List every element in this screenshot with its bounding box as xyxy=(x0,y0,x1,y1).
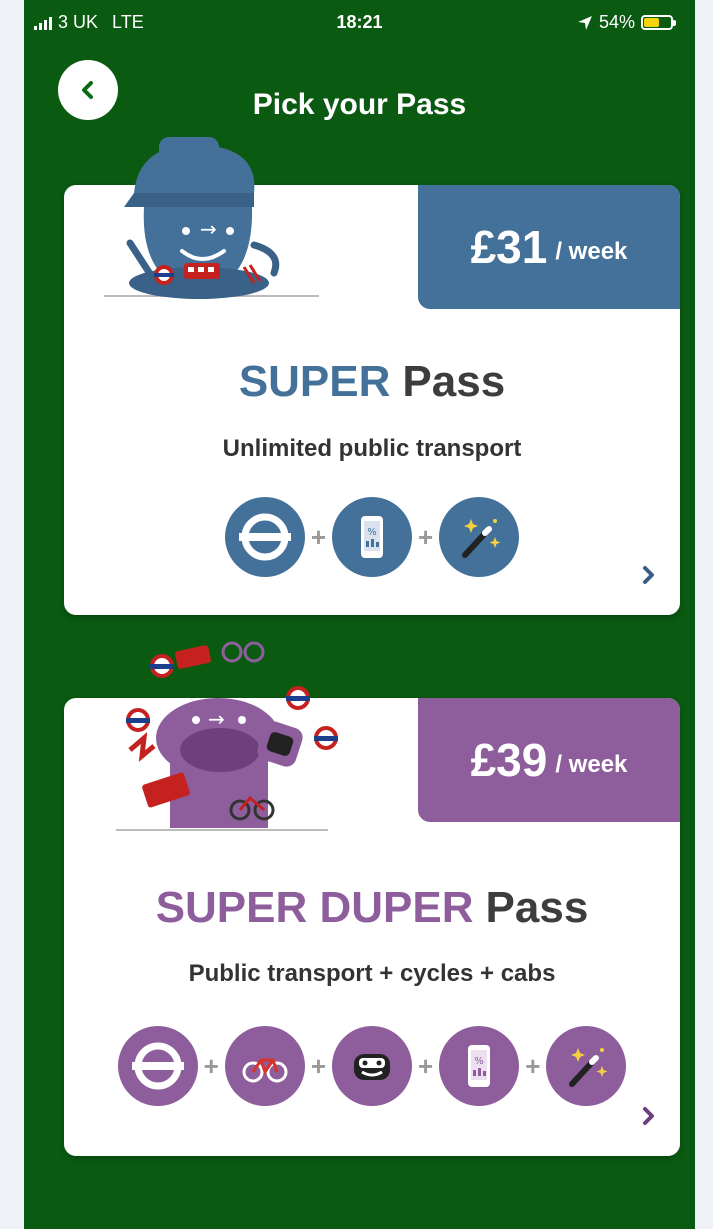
price-amount: £31 xyxy=(470,221,548,273)
location-arrow-icon xyxy=(577,15,592,30)
phone-discount-icon: % xyxy=(332,497,412,577)
pass-name-highlight: SUPER xyxy=(238,357,391,406)
price-amount: £39 xyxy=(470,734,548,786)
super-mascot-illustration: → xyxy=(104,137,319,299)
page-title: Pick your Pass xyxy=(252,88,467,121)
bicycle-icon xyxy=(224,1026,305,1106)
underground-icon xyxy=(224,497,305,577)
phone-discount-icon: % xyxy=(439,1026,520,1106)
price-badge: £31 / week xyxy=(418,185,680,309)
pass-name: SUPER Pass xyxy=(64,357,680,407)
svg-text:→: → xyxy=(200,217,217,241)
magic-wand-icon xyxy=(439,497,520,577)
svg-text:%: % xyxy=(474,1056,484,1067)
battery-percent: 54% xyxy=(598,12,635,32)
battery-icon xyxy=(641,15,676,30)
magic-wand-icon xyxy=(546,1026,627,1106)
pass-description: Public transport + cycles + cabs xyxy=(188,960,556,987)
pass-name-rest: Pass xyxy=(485,883,589,932)
price-period: / week xyxy=(555,238,628,265)
feature-icons: + + + % + xyxy=(64,1026,680,1106)
chevron-right-icon xyxy=(643,1107,654,1125)
app-screen: 3 UK LTE 18:21 54% Pick your Pass £31 / … xyxy=(24,0,695,1229)
svg-text:%: % xyxy=(367,527,377,538)
pass-name-rest: Pass xyxy=(402,357,506,406)
price-badge: £39 / week xyxy=(418,698,680,822)
cab-icon xyxy=(332,1026,412,1106)
status-bar: 3 UK LTE 18:21 54% xyxy=(24,0,695,44)
underground-icon xyxy=(117,1026,198,1106)
price-period: / week xyxy=(555,751,628,778)
chevron-right-icon xyxy=(643,566,654,584)
pass-name: SUPER DUPER Pass xyxy=(64,883,680,933)
feature-icons: + % + xyxy=(64,497,680,577)
pass-description: Unlimited public transport xyxy=(222,435,522,462)
super-duper-mascot-illustration: → xyxy=(116,641,338,831)
pass-name-highlight: SUPER DUPER xyxy=(155,883,474,932)
svg-text:→: → xyxy=(208,707,225,731)
